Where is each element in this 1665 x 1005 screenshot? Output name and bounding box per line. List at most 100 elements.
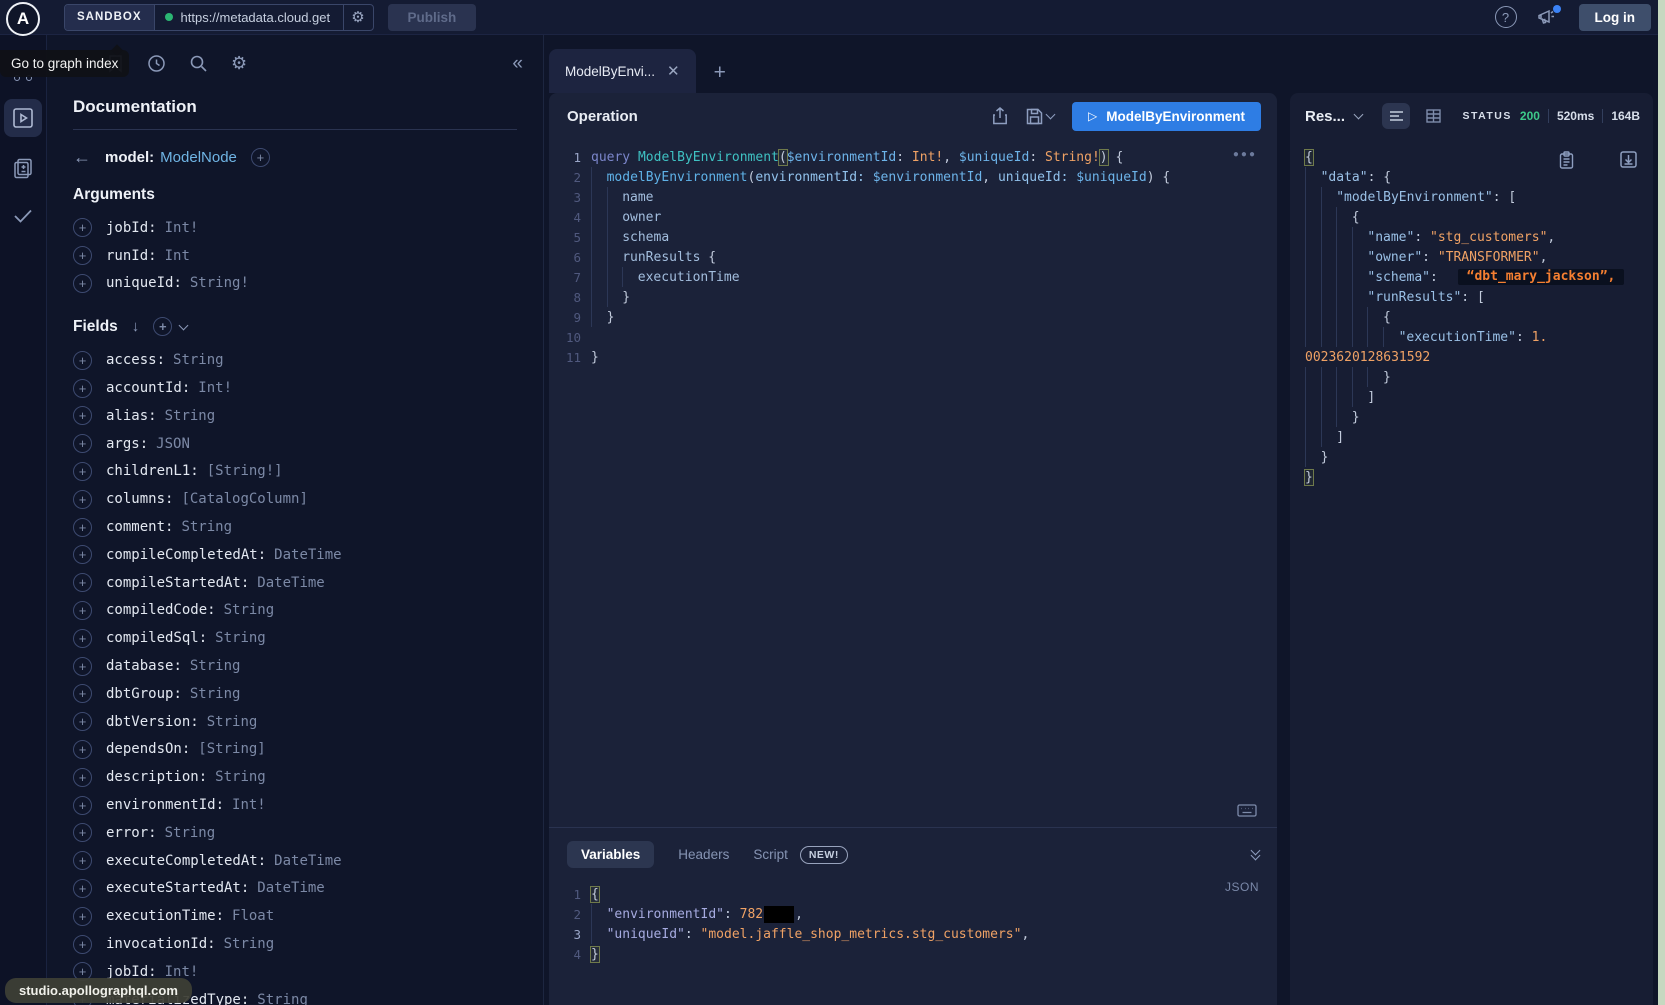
keyboard-shortcuts-icon[interactable] bbox=[1237, 804, 1257, 817]
publish-button[interactable]: Publish bbox=[388, 4, 477, 31]
back-arrow-icon[interactable]: ← bbox=[73, 147, 91, 168]
add-field-icon[interactable]: + bbox=[73, 601, 92, 620]
field-type[interactable]: String bbox=[190, 686, 241, 702]
field-row: + childrenL1 [String!] bbox=[73, 458, 517, 486]
operation-menu-icon[interactable]: ●●● bbox=[1233, 149, 1257, 160]
connection-settings-gear-icon[interactable]: ⚙ bbox=[343, 5, 373, 30]
announcements-megaphone-icon[interactable] bbox=[1537, 8, 1557, 26]
argument-type[interactable]: String! bbox=[190, 275, 249, 291]
add-field-icon[interactable]: + bbox=[73, 462, 92, 481]
field-type[interactable]: String bbox=[165, 408, 216, 424]
raw-view-icon[interactable] bbox=[1382, 103, 1410, 129]
field-name: compiledSql bbox=[106, 630, 207, 646]
field-type[interactable]: String bbox=[224, 936, 275, 952]
help-icon[interactable]: ? bbox=[1495, 6, 1517, 28]
add-field-icon[interactable]: + bbox=[73, 657, 92, 676]
variables-code[interactable]: 1{2"environmentId": 782,3"uniqueId": "mo… bbox=[549, 884, 1277, 964]
field-type[interactable]: DateTime bbox=[257, 575, 324, 591]
endpoint-url-field[interactable]: https://metadata.cloud.get bbox=[155, 5, 343, 30]
response-panel: Res... STATUS 200 bbox=[1290, 93, 1653, 1005]
tab-headers[interactable]: Headers bbox=[678, 847, 729, 862]
tab-bar: ModelByEnvi... ✕ + bbox=[544, 49, 1665, 93]
field-type[interactable]: Float bbox=[232, 908, 274, 924]
settings-gear-icon[interactable]: ⚙ bbox=[231, 53, 247, 74]
new-badge: NEW! bbox=[800, 846, 848, 864]
add-field-icon[interactable]: + bbox=[73, 851, 92, 870]
add-field-icon[interactable]: + bbox=[73, 823, 92, 842]
field-row: + executionTime Float bbox=[73, 902, 517, 930]
add-field-icon[interactable]: + bbox=[73, 573, 92, 592]
add-field-icon[interactable]: + bbox=[73, 768, 92, 787]
argument-type[interactable]: Int bbox=[165, 248, 190, 264]
add-field-icon[interactable]: + bbox=[73, 629, 92, 648]
field-type[interactable]: String bbox=[181, 519, 232, 535]
copy-response-icon[interactable] bbox=[1559, 151, 1574, 169]
add-field-icon[interactable]: + bbox=[251, 148, 270, 167]
field-type[interactable]: DateTime bbox=[274, 853, 341, 869]
add-field-icon[interactable]: + bbox=[73, 379, 92, 398]
sort-fields-icon[interactable]: ↓ bbox=[132, 318, 140, 335]
add-field-icon[interactable]: + bbox=[73, 740, 92, 759]
field-type[interactable]: JSON bbox=[156, 436, 190, 452]
explorer-nav-icon[interactable] bbox=[4, 99, 42, 137]
field-type[interactable]: String bbox=[257, 992, 308, 1005]
table-view-icon[interactable] bbox=[1420, 103, 1446, 129]
checks-icon[interactable] bbox=[4, 199, 42, 233]
add-field-icon[interactable]: + bbox=[73, 879, 92, 898]
run-operation-button[interactable]: ▷ ModelByEnvironment bbox=[1072, 102, 1261, 131]
new-tab-icon[interactable]: + bbox=[714, 61, 726, 85]
save-options-chevron-icon[interactable] bbox=[1046, 110, 1056, 120]
download-response-icon[interactable] bbox=[1620, 151, 1637, 169]
field-type[interactable]: String bbox=[207, 714, 258, 730]
tab-variables[interactable]: Variables bbox=[567, 841, 654, 868]
share-icon[interactable] bbox=[992, 107, 1008, 125]
tab-close-icon[interactable]: ✕ bbox=[667, 64, 680, 79]
add-field-icon[interactable]: + bbox=[73, 490, 92, 509]
field-type[interactable]: String bbox=[190, 658, 241, 674]
operation-editor[interactable]: ●●● 1query ModelByEnvironment($environme… bbox=[549, 139, 1277, 827]
add-field-icon[interactable]: + bbox=[73, 935, 92, 954]
add-field-icon[interactable]: + bbox=[73, 712, 92, 731]
field-row: + alias String bbox=[73, 402, 517, 430]
add-field-icon[interactable]: + bbox=[73, 796, 92, 815]
field-type[interactable]: String bbox=[224, 602, 275, 618]
field-name: error bbox=[106, 825, 157, 841]
save-icon[interactable] bbox=[1026, 108, 1054, 125]
field-type[interactable]: DateTime bbox=[274, 547, 341, 563]
add-all-fields-icon[interactable]: + bbox=[153, 317, 172, 336]
add-field-icon[interactable]: + bbox=[73, 434, 92, 453]
tab-modelbyenvironment[interactable]: ModelByEnvi... ✕ bbox=[549, 49, 696, 93]
field-type[interactable]: DateTime bbox=[257, 880, 324, 896]
collapse-panel-icon[interactable]: « bbox=[512, 54, 523, 73]
collapse-variables-icon[interactable] bbox=[1252, 850, 1259, 859]
schema-diff-icon[interactable] bbox=[4, 151, 42, 185]
add-field-icon[interactable]: + bbox=[73, 351, 92, 370]
add-field-icon[interactable]: + bbox=[73, 907, 92, 926]
field-type[interactable]: [CatalogColumn] bbox=[181, 491, 307, 507]
field-type[interactable]: [String] bbox=[198, 741, 265, 757]
add-argument-icon[interactable]: + bbox=[73, 274, 92, 293]
search-icon[interactable] bbox=[189, 54, 208, 73]
field-type[interactable]: String bbox=[173, 352, 224, 368]
field-type[interactable]: [String!] bbox=[207, 463, 283, 479]
login-button[interactable]: Log in bbox=[1579, 4, 1652, 31]
response-options-chevron-icon[interactable] bbox=[1354, 110, 1364, 120]
add-argument-icon[interactable]: + bbox=[73, 218, 92, 237]
crumb-type-link[interactable]: ModelNode bbox=[160, 149, 237, 166]
apollo-logo[interactable]: A bbox=[6, 2, 40, 36]
add-field-icon[interactable]: + bbox=[73, 545, 92, 564]
argument-type[interactable]: Int! bbox=[165, 220, 199, 236]
add-field-icon[interactable]: + bbox=[73, 684, 92, 703]
field-type[interactable]: String bbox=[215, 630, 266, 646]
field-type[interactable]: String bbox=[215, 769, 266, 785]
tab-script[interactable]: Script bbox=[753, 847, 788, 862]
history-icon[interactable] bbox=[147, 54, 166, 73]
field-type[interactable]: Int! bbox=[198, 380, 232, 396]
add-field-icon[interactable]: + bbox=[73, 518, 92, 537]
field-type[interactable]: Int! bbox=[232, 797, 266, 813]
add-field-icon[interactable]: + bbox=[73, 406, 92, 425]
operation-panel: Operation ▷ Mod bbox=[549, 93, 1277, 1005]
add-argument-icon[interactable]: + bbox=[73, 246, 92, 265]
field-type[interactable]: String bbox=[165, 825, 216, 841]
fields-options-chevron-icon[interactable] bbox=[179, 320, 189, 330]
